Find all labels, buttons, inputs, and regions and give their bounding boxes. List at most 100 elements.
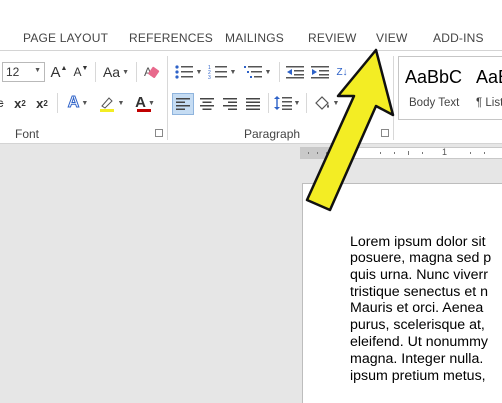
paragraph-dialog-launcher-icon[interactable] <box>381 129 389 137</box>
font-size-box[interactable]: 12 ▼ <box>2 62 45 82</box>
increase-indent-button[interactable] <box>309 62 331 82</box>
bullets-icon <box>174 65 193 79</box>
clear-formatting-button[interactable]: A <box>142 62 162 82</box>
text-effects-button[interactable]: A ▼ <box>63 93 93 113</box>
shrink-font-icon: A <box>73 65 82 79</box>
clear-formatting-icon: A <box>144 65 160 79</box>
font-dialog-launcher-icon[interactable] <box>155 129 163 137</box>
indent-marker-icon[interactable] <box>344 153 352 158</box>
paragraph-divider-3 <box>306 93 307 113</box>
group-separator-font <box>167 56 168 140</box>
tab-view[interactable]: VIEW <box>376 31 407 45</box>
subscript-mark: 2 <box>21 98 26 108</box>
superscript-mark: 2 <box>43 98 48 108</box>
grow-font-button[interactable]: A ▲ <box>50 62 68 82</box>
sort-icon: Z↓ <box>336 66 348 78</box>
numbering-icon: 1 2 3 <box>208 65 227 80</box>
styles-gallery: AaBbC Body Text AaB ¶ List <box>398 56 502 120</box>
superscript-icon: x <box>36 95 44 111</box>
document-line: Lorem ipsum dolor sit <box>350 234 486 250</box>
document-line: eleifend. Ut nonummy <box>350 334 489 350</box>
font-color-icon: A <box>135 94 146 111</box>
document-line: purus, scelerisque at, <box>350 317 485 333</box>
align-left-button[interactable] <box>172 93 194 115</box>
change-case-dropdown-icon: ▼ <box>122 68 130 76</box>
font-color-bar <box>137 109 151 112</box>
ribbon-tab-bar: PAGE LAYOUT REFERENCES MAILINGS REVIEW V… <box>0 0 502 50</box>
align-right-icon <box>223 98 237 110</box>
ruler-number-1: 1 <box>442 147 448 157</box>
strikethrough-button[interactable]: abc <box>0 93 8 113</box>
style-sample-list: AaB <box>476 67 502 87</box>
tab-review[interactable]: REVIEW <box>308 31 357 45</box>
font-color-dropdown-icon: ▼ <box>147 99 155 107</box>
highlight-color-button[interactable]: ▼ <box>96 93 126 113</box>
shading-bucket-icon <box>314 96 329 110</box>
decrease-indent-button[interactable] <box>284 62 306 82</box>
font-divider-2 <box>136 62 137 82</box>
font-color-button[interactable]: A ▼ <box>130 93 160 113</box>
style-list[interactable]: AaB ¶ List <box>473 57 502 119</box>
subscript-icon: x <box>14 95 22 111</box>
style-name-list: ¶ List <box>476 97 502 109</box>
style-name-body-text: Body Text <box>409 97 460 109</box>
grow-caret-icon: ▲ <box>60 64 68 72</box>
text-effects-dropdown-icon: ▼ <box>81 99 89 107</box>
multilevel-list-icon <box>243 66 262 78</box>
superscript-button[interactable]: x2 <box>33 93 51 113</box>
highlighter-icon <box>99 97 114 112</box>
group-separator-paragraph <box>393 56 394 140</box>
grow-font-icon: A <box>50 63 61 81</box>
svg-text:3: 3 <box>208 75 211 80</box>
document-line: ipsum pretium metus, <box>350 368 486 384</box>
line-spacing-dropdown-icon: ▼ <box>293 99 301 107</box>
highlight-dropdown-icon: ▼ <box>117 99 125 107</box>
font-group-label: Font <box>15 127 40 141</box>
align-center-button[interactable] <box>196 93 218 115</box>
align-right-button[interactable] <box>219 93 241 115</box>
change-case-button[interactable]: Aa ▼ <box>101 62 131 82</box>
justify-icon <box>246 98 260 110</box>
tab-page-layout[interactable]: PAGE LAYOUT <box>23 31 108 45</box>
shrink-caret-icon: ▼ <box>81 64 89 72</box>
tab-mailings[interactable]: MAILINGS <box>225 31 284 45</box>
change-case-icon: Aa <box>102 64 121 80</box>
font-divider-3 <box>57 93 58 113</box>
style-sample-body-text: AaBbC <box>405 67 463 87</box>
bullets-button[interactable]: ▼ <box>172 62 204 82</box>
subscript-button[interactable]: x2 <box>11 93 29 113</box>
decrease-indent-icon <box>286 66 304 79</box>
shrink-font-button[interactable]: A ▼ <box>72 62 90 82</box>
document-page[interactable]: Lorem ipsum dolor sit posuere, magna sed… <box>302 183 502 403</box>
strikethrough-icon: abc <box>0 96 4 110</box>
paragraph-group-label: Paragraph <box>244 127 301 141</box>
align-left-icon <box>176 98 190 110</box>
font-size-dropdown-icon: ▼ <box>34 67 41 74</box>
document-line: Mauris et orci. Aenea <box>350 300 484 316</box>
numbering-button[interactable]: 1 2 3 ▼ <box>206 62 238 82</box>
ruler-ticks <box>308 151 485 155</box>
tab-references[interactable]: REFERENCES <box>129 31 213 45</box>
numbering-dropdown-icon: ▼ <box>229 68 237 76</box>
document-line: posuere, magna sed p <box>350 250 492 266</box>
style-body-text[interactable]: AaBbC Body Text <box>399 57 471 119</box>
justify-button[interactable] <box>242 93 264 115</box>
font-size-value: 12 <box>6 65 20 79</box>
paragraph-divider-2 <box>268 93 269 113</box>
multilevel-list-button[interactable]: ▼ <box>241 62 273 82</box>
horizontal-ruler[interactable]: 1 <box>300 147 502 159</box>
increase-indent-icon <box>311 66 329 79</box>
line-spacing-icon <box>273 96 292 110</box>
paragraph-divider <box>279 62 280 82</box>
document-line: tristique senectus et n <box>350 284 489 300</box>
sort-button[interactable]: Z↓ <box>334 62 350 82</box>
bullets-dropdown-icon: ▼ <box>195 68 203 76</box>
shading-dropdown-icon: ▼ <box>332 99 340 107</box>
line-spacing-button[interactable]: ▼ <box>272 93 302 113</box>
text-effects-icon: A <box>67 94 80 112</box>
align-center-icon <box>200 98 214 110</box>
tab-add-ins[interactable]: ADD-INS <box>433 31 484 45</box>
font-divider <box>95 62 96 82</box>
document-line: quis urna. Nunc viverr <box>350 267 488 283</box>
shading-button[interactable]: ▼ <box>311 93 341 113</box>
